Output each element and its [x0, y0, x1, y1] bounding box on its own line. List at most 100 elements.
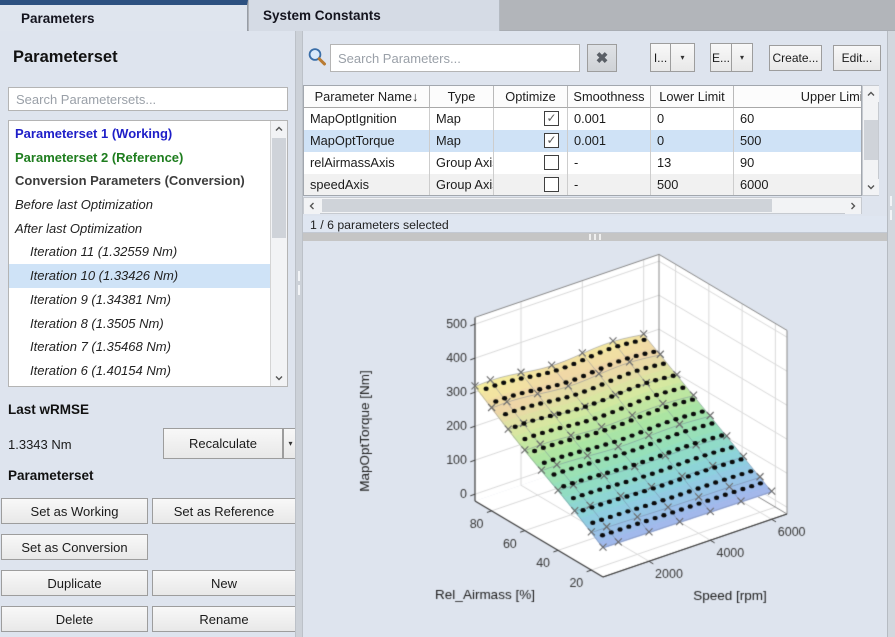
- action-button-duplicate[interactable]: Duplicate: [1, 570, 148, 596]
- parameterset-item[interactable]: Iteration 8 (1.3505 Nm): [9, 312, 270, 336]
- table-cell: Group Axis: [430, 152, 494, 174]
- last-wrmse-title: Last wRMSE: [8, 402, 89, 417]
- parameterset-item[interactable]: Iteration 9 (1.34381 Nm): [9, 288, 270, 312]
- parameterset-actions-title: Parameterset: [8, 468, 94, 483]
- table-row[interactable]: speedAxisGroup Axis-5006000: [304, 174, 862, 196]
- parameterset-item[interactable]: Iteration 11 (1.32559 Nm): [9, 240, 270, 264]
- scroll-up-icon[interactable]: [271, 121, 287, 137]
- action-button-set-as-working[interactable]: Set as Working: [1, 498, 148, 524]
- tab-system-constants-label: System Constants: [263, 8, 381, 23]
- table-cell: [494, 152, 568, 174]
- parameterset-item[interactable]: Conversion Parameters (Conversion): [9, 169, 270, 193]
- table-cell: 13: [651, 152, 734, 174]
- panel-splitter-horizontal[interactable]: [303, 233, 887, 241]
- column-header-lower-limit[interactable]: Lower Limit: [651, 86, 734, 108]
- surface-plot-canvas[interactable]: [303, 241, 887, 637]
- table-cell: -: [568, 174, 651, 196]
- optimize-checkbox-checked[interactable]: ✓: [544, 111, 559, 126]
- parameterset-title: Parameterset: [13, 48, 118, 67]
- parameterset-item[interactable]: Iteration 7 (1.35468 Nm): [9, 335, 270, 359]
- clear-filter-button[interactable]: ✖: [587, 44, 617, 72]
- scroll-thumb[interactable]: [322, 199, 772, 212]
- export-dropdown-button[interactable]: ▾: [731, 43, 753, 72]
- action-button-delete[interactable]: Delete: [1, 606, 148, 632]
- create-button[interactable]: Create...: [769, 45, 822, 71]
- scroll-left-icon[interactable]: [304, 198, 320, 214]
- chevron-down-icon: ▾: [680, 53, 684, 62]
- table-cell: 0.001: [568, 108, 651, 130]
- parameterset-listbox: Parameterset 1 (Working)Parameterset 2 (…: [8, 120, 288, 387]
- close-x-icon: ✖: [596, 49, 609, 67]
- table-row[interactable]: MapOptIgnitionMap ✓ 0.001060: [304, 108, 862, 130]
- parameterset-list: Parameterset 1 (Working)Parameterset 2 (…: [9, 122, 270, 383]
- parameter-search-input[interactable]: [330, 44, 580, 72]
- scroll-right-icon[interactable]: [845, 198, 861, 214]
- table-cell: Map: [430, 130, 494, 152]
- tab-system-constants[interactable]: System Constants: [249, 0, 500, 31]
- action-button-set-as-conversion[interactable]: Set as Conversion: [1, 534, 148, 560]
- recalculate-button[interactable]: Recalculate: [163, 428, 283, 459]
- chevron-down-icon: ▾: [288, 439, 292, 448]
- panel-splitter-vertical[interactable]: [295, 31, 303, 637]
- parameterset-item[interactable]: Iteration 10 (1.33426 Nm): [9, 264, 270, 288]
- column-header-optimize[interactable]: Optimize: [494, 86, 568, 108]
- table-cell: Group Axis: [430, 174, 494, 196]
- parameterset-list-scrollbar[interactable]: [270, 121, 287, 386]
- edit-button[interactable]: Edit...: [833, 45, 881, 71]
- import-button[interactable]: I...: [650, 43, 671, 72]
- table-cell: speedAxis: [304, 174, 430, 196]
- column-header-upper-limit[interactable]: Upper Limit: [734, 86, 862, 108]
- column-header-parameter-name[interactable]: Parameter Name↓: [304, 86, 430, 108]
- table-cell: relAirmassAxis: [304, 152, 430, 174]
- parameterset-item[interactable]: Iteration 6 (1.40154 Nm): [9, 359, 270, 383]
- table-cell: -: [568, 152, 651, 174]
- action-button-rename[interactable]: Rename: [152, 606, 296, 632]
- column-header-smoothness[interactable]: Smoothness: [568, 86, 651, 108]
- action-button-set-as-reference[interactable]: Set as Reference: [152, 498, 296, 524]
- table-cell: ✓: [494, 108, 568, 130]
- column-header-type[interactable]: Type: [430, 86, 494, 108]
- table-cell: 0: [651, 130, 734, 152]
- parameterset-item[interactable]: Parameterset 1 (Working): [9, 122, 270, 146]
- scroll-thumb[interactable]: [864, 120, 878, 160]
- table-vscrollbar[interactable]: [862, 85, 879, 196]
- optimize-checkbox[interactable]: [544, 155, 559, 170]
- export-button[interactable]: E...: [710, 43, 732, 72]
- table-row[interactable]: relAirmassAxisGroup Axis -1390: [304, 152, 862, 174]
- tab-bar: Parameters System Constants: [0, 0, 895, 31]
- ascmo-window: Parameters System Constants Parameterset…: [0, 0, 895, 637]
- optimize-checkbox-checked[interactable]: ✓: [544, 133, 559, 148]
- table-cell: 0: [651, 108, 734, 130]
- selection-status: 1 / 6 parameters selected: [303, 216, 887, 233]
- tab-parameters-label: Parameters: [21, 11, 95, 26]
- parameterset-item[interactable]: After last Optimization: [9, 217, 270, 241]
- parameter-table: Parameter Name↓TypeOptimizeSmoothnessLow…: [303, 85, 862, 196]
- table-hscrollbar[interactable]: [303, 197, 862, 214]
- table-row[interactable]: MapOptTorqueMap ✓ 0.0010500: [304, 130, 862, 152]
- import-dropdown-button[interactable]: ▾: [670, 43, 695, 72]
- table-cell: 90: [734, 152, 862, 174]
- scroll-thumb[interactable]: [272, 138, 286, 238]
- parameterset-search-input[interactable]: [8, 87, 288, 111]
- table-cell: Map: [430, 108, 494, 130]
- parameterset-item[interactable]: Parameterset 2 (Reference): [9, 146, 270, 170]
- scroll-down-icon[interactable]: [863, 179, 879, 195]
- table-cell: [494, 174, 568, 196]
- optimize-checkbox[interactable]: [544, 177, 559, 192]
- action-button-new[interactable]: New: [152, 570, 296, 596]
- right-edge-splitter[interactable]: [887, 31, 895, 637]
- table-cell: ✓: [494, 130, 568, 152]
- scroll-up-icon[interactable]: [863, 86, 879, 102]
- last-wrmse-value: 1.3343 Nm: [8, 437, 72, 452]
- table-cell: 6000: [734, 174, 862, 196]
- search-icon: [306, 46, 328, 73]
- chevron-down-icon: ▾: [740, 53, 744, 62]
- parameterset-item[interactable]: Before last Optimization: [9, 193, 270, 217]
- scroll-down-icon[interactable]: [271, 370, 287, 386]
- table-cell: 0.001: [568, 130, 651, 152]
- table-cell: MapOptTorque: [304, 130, 430, 152]
- tab-parameters[interactable]: Parameters: [0, 0, 248, 31]
- table-cell: 60: [734, 108, 862, 130]
- table-cell: 500: [734, 130, 862, 152]
- table-cell: MapOptIgnition: [304, 108, 430, 130]
